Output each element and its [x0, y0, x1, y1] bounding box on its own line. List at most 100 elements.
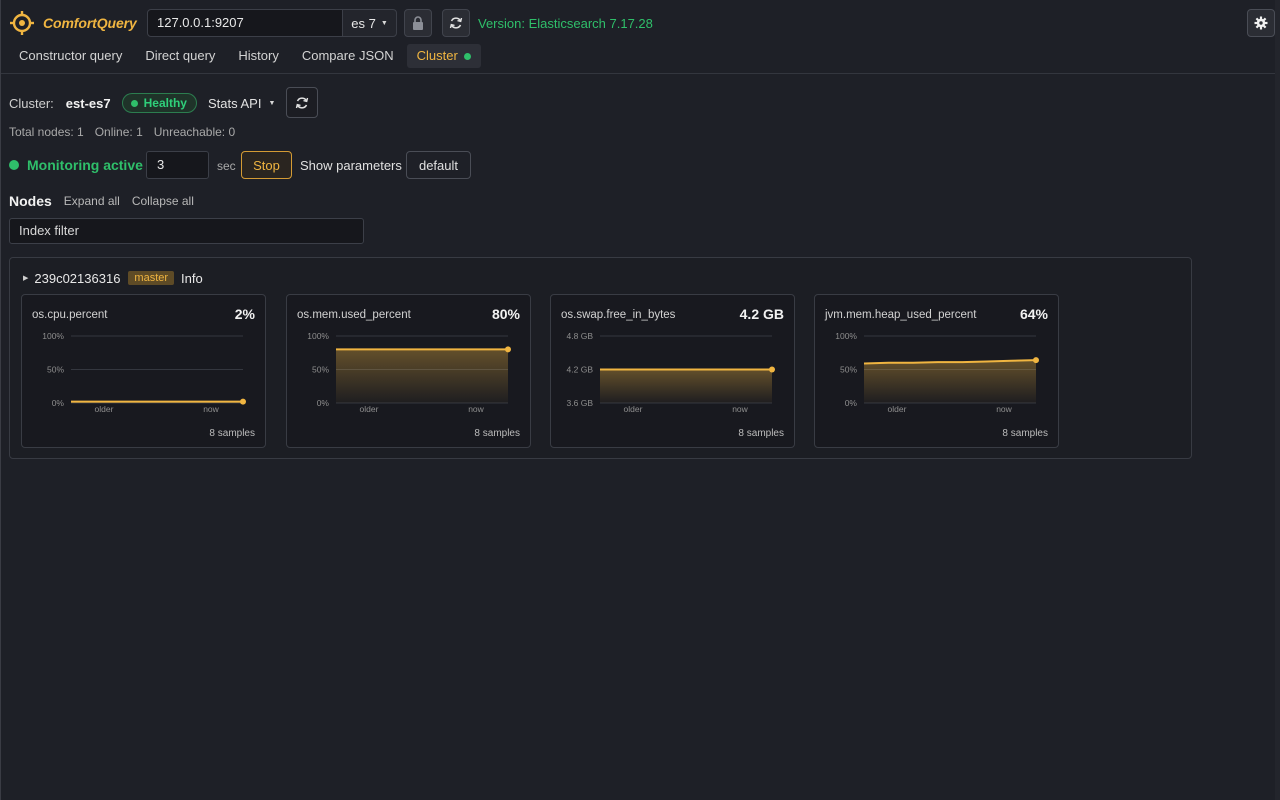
series-area: [336, 349, 508, 403]
chevron-down-icon: ▼: [268, 99, 276, 107]
health-dot-icon: [130, 99, 138, 107]
last-point: [769, 366, 775, 373]
metric-value: 64%: [1019, 306, 1048, 322]
stats-api-dropdown[interactable]: Stats API ▼: [208, 96, 275, 111]
show-parameters-link[interactable]: Show parameters: [300, 158, 402, 173]
y-tick-label: 0%: [52, 398, 65, 408]
header-divider: [1, 73, 1280, 74]
cluster-summary: Cluster: est-es7 Healthy Stats API ▼: [9, 88, 275, 118]
collapse-all-link[interactable]: Collapse all: [132, 194, 194, 208]
tab-constructor-query[interactable]: Constructor query: [9, 44, 132, 68]
metric-name: jvm.mem.heap_used_percent: [825, 309, 977, 321]
y-tick-label: 100%: [307, 331, 329, 341]
x-tick-label: now: [468, 404, 484, 414]
health-label: Healthy: [143, 96, 187, 110]
y-tick-label: 50%: [312, 365, 329, 375]
y-tick-label: 100%: [42, 331, 64, 341]
sample-count: 8 samples: [209, 428, 255, 439]
tab-history[interactable]: History: [228, 44, 288, 68]
metric-name: os.swap.free_in_bytes: [561, 309, 676, 321]
lock-button[interactable]: [404, 9, 432, 37]
refresh-cluster-button[interactable]: [286, 87, 318, 118]
x-tick-label: now: [203, 404, 219, 414]
y-tick-label: 4.2 GB: [567, 365, 594, 375]
metric-card-swap: os.swap.free_in_bytes 4.2 GB 4.8 GB 4.2 G…: [550, 294, 795, 448]
y-tick-label: 100%: [835, 331, 857, 341]
expand-all-link[interactable]: Expand all: [64, 194, 120, 208]
y-tick-label: 4.8 GB: [567, 331, 594, 341]
last-point: [505, 346, 511, 353]
metric-chart: 100% 50% 0% older now: [835, 331, 1039, 414]
stop-button[interactable]: Stop: [241, 151, 292, 179]
tab-cluster[interactable]: Cluster: [406, 44, 481, 68]
es-version-label: es 7: [351, 15, 376, 31]
monitoring-label: Monitoring active: [27, 157, 143, 173]
unreachable-nodes: Unreachable: 0: [153, 125, 236, 139]
monitoring-dot-icon: [9, 160, 19, 170]
main-tabs: Constructor query Direct query History C…: [9, 44, 484, 68]
refresh-icon: [295, 96, 309, 109]
x-tick-label: older: [888, 404, 907, 414]
expand-triangle-icon[interactable]: ▶: [23, 274, 28, 282]
node-header[interactable]: ▶ 239c02136316 master Info: [23, 269, 203, 287]
metric-value: 80%: [491, 306, 520, 322]
metric-chart: 100% 50% 0% older now: [42, 331, 246, 414]
scrollbar[interactable]: [1275, 0, 1280, 800]
cluster-label: Cluster:: [9, 95, 54, 111]
interval-unit: sec: [217, 159, 236, 173]
metric-card-heap: jvm.mem.heap_used_percent 64% 100% 50% 0% o…: [814, 294, 1059, 448]
metric-card-cpu: os.cpu.percent 2% 100% 50% 0% older now 8 sa…: [21, 294, 266, 448]
logo-icon: [10, 11, 34, 35]
refresh-icon: [449, 17, 463, 29]
sample-count: 8 samples: [474, 428, 520, 439]
sample-count: 8 samples: [738, 428, 784, 439]
metric-name: os.cpu.percent: [32, 309, 108, 321]
lock-icon: [413, 16, 423, 30]
tab-compare-json[interactable]: Compare JSON: [292, 44, 404, 68]
x-tick-label: older: [95, 404, 114, 414]
role-badge: master: [128, 271, 175, 285]
series-area: [600, 369, 772, 403]
cluster-name: est-es7: [65, 95, 111, 111]
last-point: [1033, 357, 1039, 364]
app-logo: ComfortQuery: [9, 9, 137, 37]
node-counts: Total nodes: 1 Online: 1 Unreachable: 0: [9, 125, 235, 139]
y-tick-label: 50%: [47, 365, 64, 375]
nodes-header: Nodes Expand all Collapse all: [9, 192, 194, 210]
y-tick-label: 3.6 GB: [567, 398, 594, 408]
metric-chart: 100% 50% 0% older now: [307, 331, 511, 414]
node-info-link[interactable]: Info: [181, 271, 203, 286]
sample-count: 8 samples: [1002, 428, 1048, 439]
interval-input[interactable]: 3: [146, 151, 209, 179]
reconnect-button[interactable]: [442, 9, 470, 37]
app-name: ComfortQuery: [43, 15, 137, 31]
node-id: 239c02136316: [34, 270, 121, 286]
metric-value: 2%: [234, 306, 255, 322]
metric-name: os.mem.used_percent: [297, 309, 411, 321]
y-tick-label: 0%: [317, 398, 330, 408]
metric-card-mem: os.mem.used_percent 80% 100% 50% 0% older no…: [286, 294, 531, 448]
total-nodes: Total nodes: 1: [9, 125, 84, 139]
metric-chart: 4.8 GB 4.2 GB 3.6 GB older now: [567, 331, 775, 414]
es-version-select[interactable]: es 7 ▼: [342, 9, 397, 37]
x-tick-label: now: [732, 404, 748, 414]
y-tick-label: 0%: [845, 398, 858, 408]
metric-value: 4.2 GB: [739, 306, 784, 322]
tab-direct-query[interactable]: Direct query: [135, 44, 225, 68]
y-tick-label: 50%: [840, 365, 857, 375]
last-point: [240, 398, 246, 405]
chevron-down-icon: ▼: [380, 19, 388, 27]
tab-cluster-label: Cluster: [416, 48, 458, 63]
online-nodes: Online: 1: [94, 125, 143, 139]
index-filter-input[interactable]: Index filter: [9, 218, 364, 244]
version-text: Version: Elasticsearch 7.17.28: [478, 16, 653, 31]
x-tick-label: older: [624, 404, 643, 414]
monitoring-status: Monitoring active: [9, 151, 143, 179]
x-tick-label: now: [996, 404, 1012, 414]
stats-api-label: Stats API: [207, 95, 262, 111]
settings-button[interactable]: [1247, 9, 1275, 37]
x-tick-label: older: [360, 404, 379, 414]
default-button[interactable]: default: [406, 151, 471, 179]
status-dot-icon: [463, 52, 471, 60]
host-input[interactable]: 127.0.0.1:9207: [147, 9, 343, 37]
